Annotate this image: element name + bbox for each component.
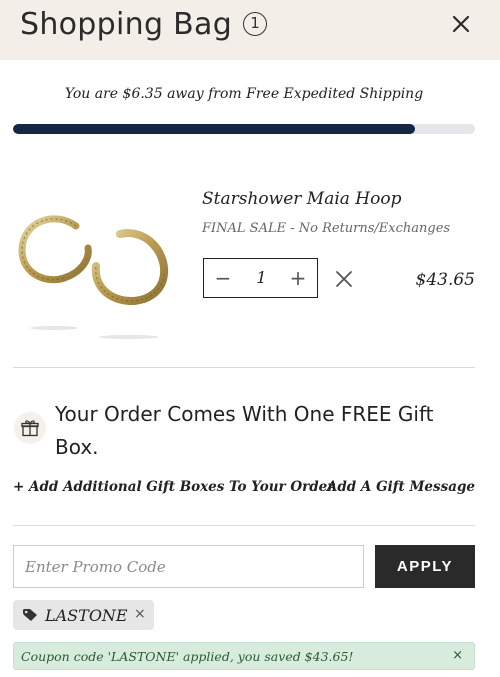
increase-quantity-button[interactable]: + [283, 259, 313, 297]
shipping-progress-fill [13, 124, 415, 134]
free-shipping-message: You are $6.35 away from Free Expedited S… [64, 86, 424, 102]
dismiss-alert-button[interactable]: × [452, 648, 463, 663]
item-count-badge: 1 [243, 12, 267, 36]
cart-header: Shopping Bag 1 [0, 0, 500, 60]
promo-code-input[interactable] [13, 545, 364, 588]
tag-icon [22, 608, 38, 627]
promo-code-label: LASTONE [45, 606, 128, 625]
coupon-applied-message: Coupon code 'LASTONE' applied, you saved… [21, 649, 354, 664]
add-gift-boxes-link[interactable]: + Add Additional Gift Boxes To Your Orde… [13, 479, 334, 495]
cart-title: Shopping Bag [20, 7, 233, 42]
apply-promo-button[interactable]: APPLY [375, 545, 475, 588]
quantity-stepper: − 1 + [203, 258, 318, 298]
close-icon[interactable] [448, 11, 474, 37]
decrease-quantity-button[interactable]: − [208, 259, 238, 297]
free-gift-box-message: Your Order Comes With One FREE Gift Box. [55, 402, 434, 459]
remove-item-icon[interactable] [333, 268, 355, 290]
product-name[interactable]: Starshower Maia Hoop [202, 189, 401, 209]
final-sale-note: FINAL SALE - No Returns/Exchanges [202, 221, 451, 236]
remove-promo-button[interactable]: × [134, 606, 146, 622]
divider [13, 525, 475, 526]
hoop-earrings-image[interactable] [14, 204, 174, 344]
applied-promo-chip: LASTONE × [13, 600, 154, 630]
quantity-value[interactable]: 1 [239, 259, 284, 297]
coupon-applied-alert: Coupon code 'LASTONE' applied, you saved… [13, 642, 475, 670]
add-gift-message-link[interactable]: Add A Gift Message [327, 479, 475, 495]
shipping-progress-bar [13, 124, 475, 134]
divider [13, 367, 475, 368]
item-price: $43.65 [415, 270, 475, 290]
gift-icon [14, 412, 46, 444]
